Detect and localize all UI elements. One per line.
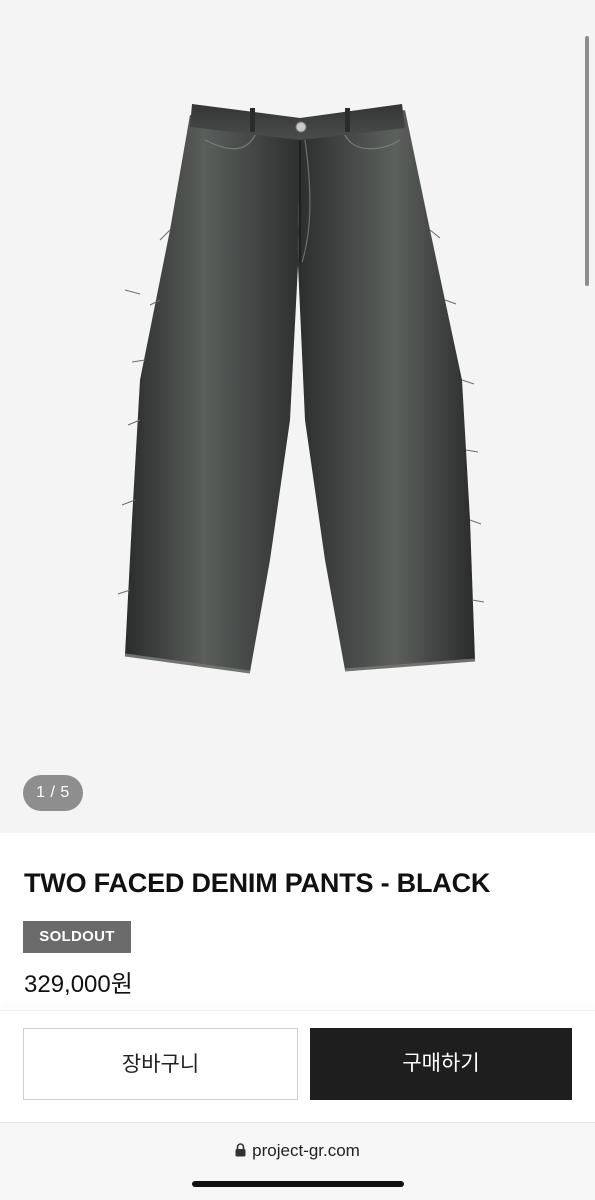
url-text: project-gr.com bbox=[252, 1141, 360, 1160]
product-page: 1 / 5 TWO FACED DENIM PANTS - BLACK SOLD… bbox=[0, 0, 595, 1200]
product-title: TWO FACED DENIM PANTS - BLACK bbox=[24, 868, 491, 898]
image-counter: 1 / 5 bbox=[23, 775, 83, 811]
home-indicator[interactable] bbox=[192, 1181, 404, 1187]
status-badge: SOLDOUT bbox=[23, 921, 131, 953]
scrollbar[interactable] bbox=[585, 36, 589, 286]
product-image-gallery[interactable]: 1 / 5 bbox=[0, 0, 595, 833]
buy-now-button[interactable]: 구매하기 bbox=[310, 1028, 572, 1100]
add-to-cart-button[interactable]: 장바구니 bbox=[23, 1028, 298, 1100]
product-image bbox=[117, 104, 485, 674]
product-price: 329,000원 bbox=[24, 971, 133, 998]
lock-icon bbox=[235, 1142, 246, 1162]
bottom-action-bar: 장바구니 구매하기 bbox=[0, 1010, 595, 1122]
url-display[interactable]: project-gr.com bbox=[0, 1141, 595, 1162]
browser-address-bar[interactable]: project-gr.com bbox=[0, 1122, 595, 1200]
